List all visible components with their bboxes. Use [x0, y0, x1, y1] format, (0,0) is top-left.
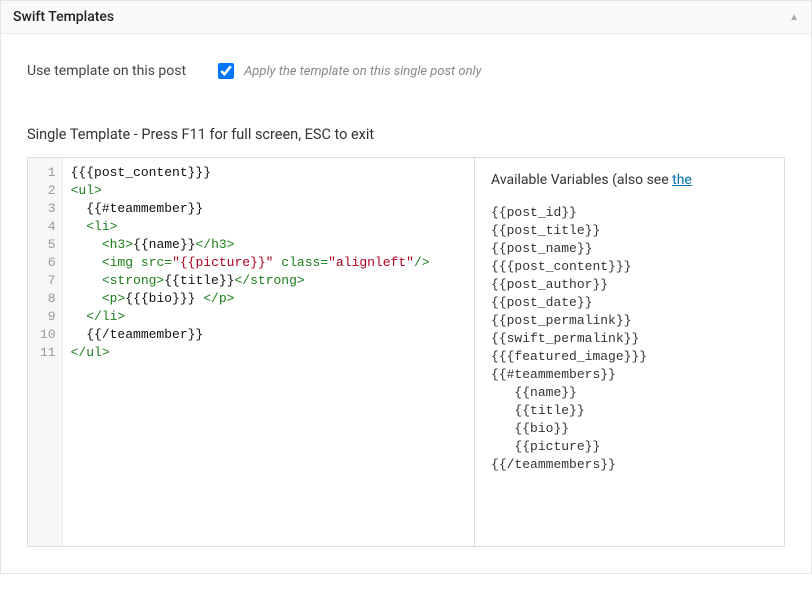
code-column: 1234567891011 {{{post_content}}}<ul> {{#…	[28, 158, 474, 546]
swift-templates-metabox: Swift Templates ▲ Use template on this p…	[0, 0, 812, 574]
use-template-label: Use template on this post	[27, 63, 186, 79]
line-number-gutter: 1234567891011	[28, 158, 63, 546]
use-template-option: Use template on this post Apply the temp…	[27, 60, 785, 82]
variables-doc-link[interactable]: the	[672, 172, 692, 188]
variables-column: Available Variables (also see the {{post…	[474, 158, 784, 546]
use-template-desc: Apply the template on this single post o…	[244, 64, 482, 79]
variables-list: {{post_id}} {{post_title}} {{post_name}}…	[491, 204, 768, 474]
variables-heading-text: Available Variables (also see	[491, 172, 672, 188]
variables-heading: Available Variables (also see the	[491, 172, 768, 188]
metabox-header[interactable]: Swift Templates ▲	[1, 1, 811, 34]
metabox-body: Use template on this post Apply the temp…	[1, 34, 811, 573]
collapse-icon[interactable]: ▲	[789, 12, 799, 23]
metabox-title: Swift Templates	[13, 9, 114, 25]
use-template-checkbox[interactable]	[218, 63, 234, 79]
editor-title: Single Template - Press F11 for full scr…	[27, 126, 785, 143]
code-editor[interactable]: {{{post_content}}}<ul> {{#teammember}} <…	[63, 158, 438, 546]
editor-wrap: 1234567891011 {{{post_content}}}<ul> {{#…	[27, 157, 785, 547]
